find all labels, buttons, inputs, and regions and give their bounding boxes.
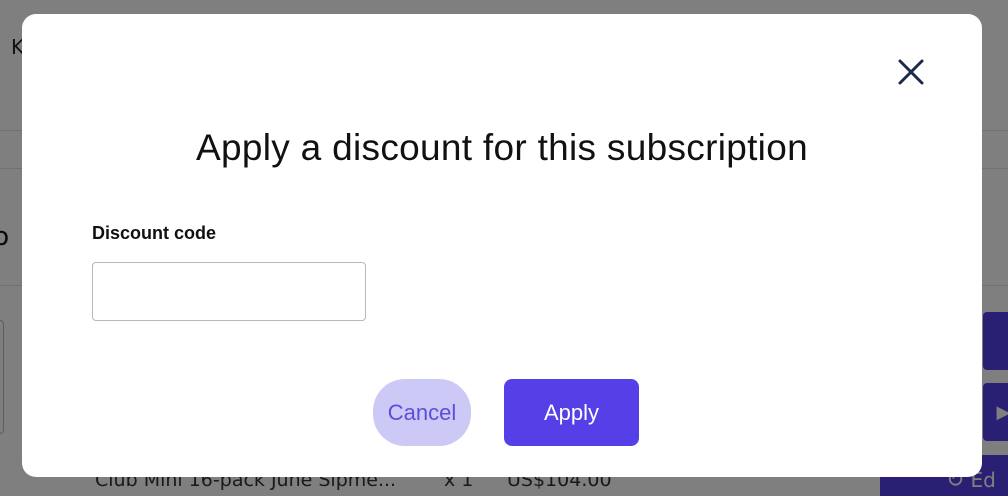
discount-code-input[interactable] [92,262,366,321]
close-icon [898,59,924,85]
discount-code-label: Discount code [92,223,217,243]
page: K io Club Mini 16-pack June Sipme... x 1… [0,0,1008,496]
apply-button[interactable]: Apply [504,379,639,446]
modal-title: Apply a discount for this subscription [196,127,808,168]
discount-modal: Apply a discount for this subscription D… [22,14,982,477]
close-button[interactable] [895,56,927,88]
cancel-button[interactable]: Cancel [373,379,471,446]
